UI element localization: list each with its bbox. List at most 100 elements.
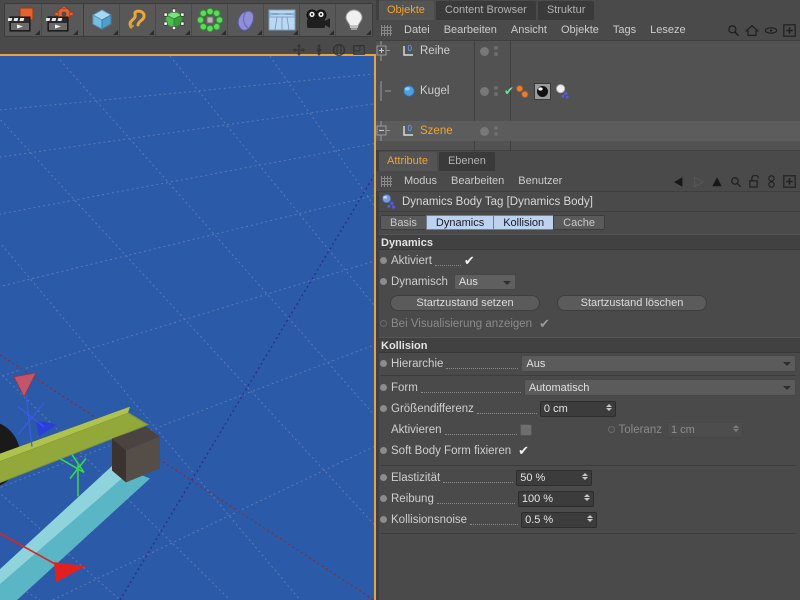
enabled-check-icon[interactable]: ✔: [504, 85, 514, 97]
maximize-icon[interactable]: [352, 43, 366, 57]
bei-visualisierung-checkbox[interactable]: ✔: [539, 317, 550, 330]
param-bullet-icon[interactable]: [380, 447, 387, 454]
menu-objekte[interactable]: Objekte: [554, 20, 606, 41]
object-name[interactable]: Reihe: [420, 45, 450, 57]
render-settings-icon[interactable]: [42, 4, 79, 36]
menu-lesezeichen[interactable]: Leseze: [643, 20, 692, 41]
property-row-startzustand-buttons: Startzustand setzen Startzustand löschen: [376, 292, 800, 313]
menu-ansicht[interactable]: Ansicht: [504, 20, 554, 41]
tab-struktur[interactable]: Struktur: [537, 1, 595, 20]
property-label: Form: [391, 381, 418, 394]
chevron-down-icon: [783, 362, 791, 366]
menu-tags[interactable]: Tags: [606, 20, 643, 41]
tab-kollision[interactable]: Kollision: [493, 215, 555, 230]
param-bullet-icon[interactable]: [380, 360, 387, 367]
link-icon[interactable]: [767, 175, 776, 188]
search-icon[interactable]: [730, 176, 742, 188]
render-dots[interactable]: [494, 46, 498, 56]
tab-basis[interactable]: Basis: [380, 215, 427, 230]
tab-dynamics[interactable]: Dynamics: [425, 215, 495, 230]
stepper-arrows[interactable]: [605, 403, 612, 411]
kollisionsnoise-input[interactable]: 0.5 %: [521, 511, 598, 528]
stepper-arrows[interactable]: [583, 493, 590, 501]
back-arrow-icon[interactable]: [673, 176, 685, 188]
visibility-dot[interactable]: [480, 126, 489, 136]
param-bullet-icon[interactable]: [380, 474, 387, 481]
startzustand-loeschen-button[interactable]: Startzustand löschen: [557, 294, 707, 311]
search-icon[interactable]: [727, 24, 740, 37]
table-row[interactable]: 0 Reihe: [376, 41, 800, 61]
light-icon[interactable]: [336, 4, 372, 36]
param-bullet-icon[interactable]: [380, 516, 387, 523]
dynamics-connector-icon[interactable]: [514, 83, 531, 100]
dynamisch-dropdown[interactable]: Aus: [453, 273, 516, 290]
menu-bearbeiten[interactable]: Bearbeiten: [444, 171, 511, 192]
cinema4d-window: Objekte Content Browser Struktur Datei B…: [0, 0, 800, 600]
menu-modus[interactable]: Modus: [397, 171, 444, 192]
elastizitaet-input[interactable]: 50 %: [516, 469, 593, 486]
tab-cache[interactable]: Cache: [553, 215, 605, 230]
tab-ebenen[interactable]: Ebenen: [438, 152, 495, 171]
array-icon[interactable]: [192, 4, 228, 36]
toleranz-bullet-icon[interactable]: [607, 426, 615, 433]
attribute-manager-header-icons: [673, 171, 796, 192]
tab-content-browser[interactable]: Content Browser: [435, 1, 536, 20]
stepper-arrows[interactable]: [582, 472, 589, 480]
home-icon[interactable]: [745, 24, 759, 37]
floor-icon[interactable]: [264, 4, 300, 36]
object-tree[interactable]: 0 Reihe Kugel ✔ 0 Szene: [376, 41, 800, 151]
soft-body-form-checkbox[interactable]: ✔: [518, 444, 529, 457]
render-dots[interactable]: [494, 126, 498, 136]
toleranz-input[interactable]: 1 cm: [666, 421, 743, 438]
spline-icon[interactable]: [120, 4, 156, 36]
tree-expander-plus[interactable]: [376, 41, 402, 61]
move-icon[interactable]: [292, 43, 306, 57]
menu-datei[interactable]: Datei: [397, 20, 437, 41]
stepper-arrows[interactable]: [732, 424, 739, 432]
startzustand-setzen-button[interactable]: Startzustand setzen: [390, 294, 540, 311]
hypernurbs-icon[interactable]: [156, 4, 192, 36]
reibung-input[interactable]: 100 %: [517, 490, 594, 507]
param-bullet-icon[interactable]: [380, 257, 387, 264]
camera-icon[interactable]: [300, 4, 336, 36]
tab-objekte[interactable]: Objekte: [378, 1, 434, 20]
menu-bearbeiten[interactable]: Bearbeiten: [437, 20, 504, 41]
plus-icon[interactable]: [783, 175, 796, 188]
tab-attribute[interactable]: Attribute: [378, 152, 437, 171]
table-row[interactable]: Kugel ✔: [376, 81, 800, 101]
visibility-dot[interactable]: [480, 46, 489, 56]
scale-icon[interactable]: [312, 43, 326, 57]
rotate-icon[interactable]: [332, 43, 346, 57]
eye-icon[interactable]: [764, 24, 778, 37]
object-name[interactable]: Szene: [420, 125, 453, 137]
render-dots[interactable]: [494, 86, 498, 96]
param-bullet-icon[interactable]: [380, 405, 387, 412]
stepper-arrows[interactable]: [587, 514, 594, 522]
forward-arrow-icon[interactable]: [692, 176, 704, 188]
dynamics-body-tag-icon[interactable]: [554, 83, 571, 100]
render-view-icon[interactable]: [5, 4, 42, 36]
drag-grip-icon[interactable]: [381, 24, 392, 36]
material-tag-icon[interactable]: [534, 82, 551, 100]
tree-expander-minus[interactable]: [376, 121, 402, 141]
up-arrow-icon[interactable]: [711, 176, 723, 188]
param-bullet-icon[interactable]: [380, 320, 387, 327]
groessendifferenz-input[interactable]: 0 cm: [539, 400, 616, 417]
menu-benutzer[interactable]: Benutzer: [511, 171, 569, 192]
cube-icon[interactable]: [84, 4, 120, 36]
hierarchie-dropdown[interactable]: Aus: [521, 355, 796, 372]
param-bullet-icon[interactable]: [380, 495, 387, 502]
drag-grip-icon[interactable]: [381, 175, 392, 187]
param-bullet-icon[interactable]: [380, 384, 387, 391]
plus-icon[interactable]: [783, 24, 796, 37]
table-row[interactable]: 0 Szene: [376, 121, 800, 141]
form-dropdown[interactable]: Automatisch: [523, 379, 796, 396]
visibility-dot[interactable]: [480, 86, 489, 96]
unlock-icon[interactable]: [749, 175, 760, 188]
viewport-perspective[interactable]: [0, 54, 376, 600]
bend-deformer-icon[interactable]: [228, 4, 264, 36]
object-name[interactable]: Kugel: [420, 85, 449, 97]
param-bullet-icon[interactable]: [380, 278, 387, 285]
aktivieren-checkbox[interactable]: [519, 423, 532, 436]
aktiviert-checkbox[interactable]: ✔: [464, 254, 475, 267]
